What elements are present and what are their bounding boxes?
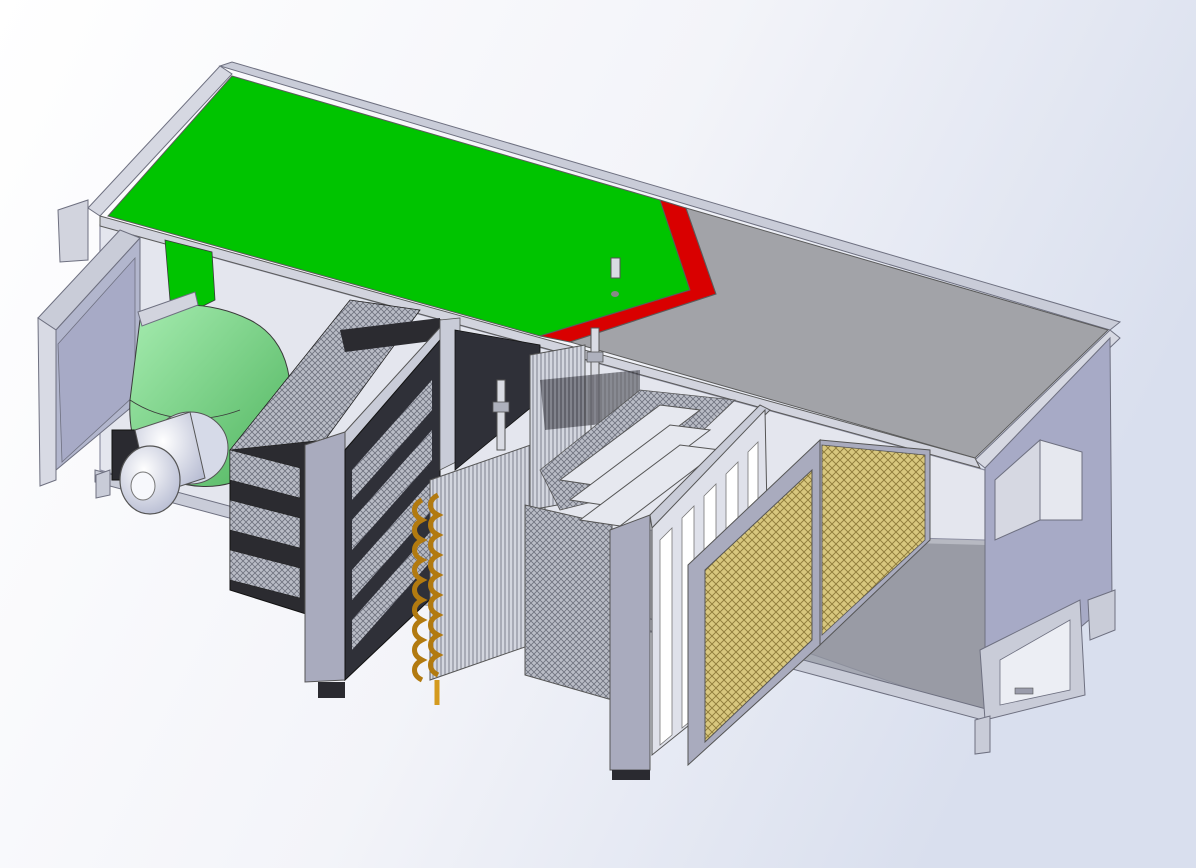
cad-render-canvas [0,0,1196,868]
ahu-drawing [0,0,1196,868]
